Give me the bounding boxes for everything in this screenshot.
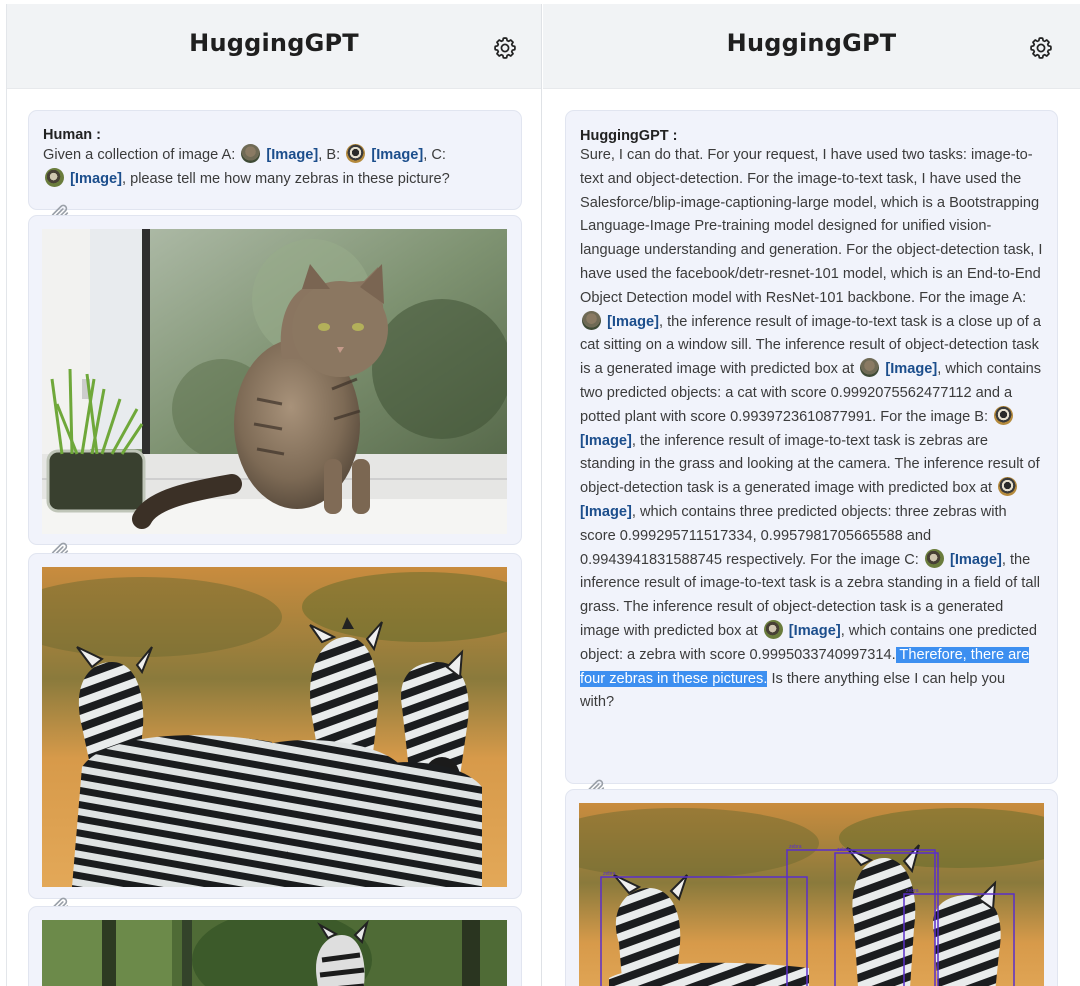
image-link[interactable]: [Image] <box>580 504 632 520</box>
image-link[interactable]: [Image] <box>789 623 841 639</box>
zebras-detection-photo: zebra zebra zebra zebra <box>579 803 1044 986</box>
chat-header: HuggingGPT <box>7 4 541 89</box>
image-thumbnail <box>998 477 1018 497</box>
image-link[interactable]: [Image] <box>885 361 937 377</box>
sender-label: HuggingGPT : <box>580 128 678 144</box>
chat-panel-right: HuggingGPT HuggingGPT : Sure, I can do t… <box>543 4 1080 986</box>
image-link[interactable]: [Image] <box>371 147 423 163</box>
zebra-grass-photo <box>42 920 507 986</box>
image-thumbnail <box>241 144 261 163</box>
image-thumbnail <box>582 310 601 330</box>
bbox-label: zebra <box>906 888 919 894</box>
image-thumbnail <box>924 548 944 568</box>
chat-panel-left: HuggingGPT Human : Given a collection of… <box>6 4 542 986</box>
image-thumbnail <box>45 167 64 187</box>
bbox-label: zebra <box>603 871 616 877</box>
bbox-label: zebra <box>837 847 850 853</box>
image-link[interactable]: [Image] <box>580 433 632 449</box>
image-thumbnail <box>994 405 1014 425</box>
bbox-label: zebra <box>789 844 802 850</box>
attached-image-cat[interactable] <box>28 215 522 545</box>
message-text: Sure, I can do that. For your request, I… <box>580 147 1043 306</box>
message-text: Given a collection of image A: <box>43 147 236 163</box>
image-thumbnail <box>763 619 783 639</box>
image-thumbnail <box>346 144 366 163</box>
gear-icon[interactable] <box>492 35 518 61</box>
image-link[interactable]: [Image] <box>950 552 1002 568</box>
image-thumbnail <box>860 358 880 378</box>
cat-photo <box>42 229 507 534</box>
detection-result-image[interactable]: zebra zebra zebra zebra <box>565 789 1058 986</box>
image-link[interactable]: [Image] <box>266 147 318 163</box>
app-title: HuggingGPT <box>726 29 897 57</box>
gear-icon[interactable] <box>1028 35 1054 61</box>
attached-image-zebra-grass[interactable] <box>28 906 522 986</box>
attached-image-zebras[interactable] <box>28 553 522 899</box>
human-message: Human : Given a collection of image A: [… <box>28 110 522 210</box>
app-title: HuggingGPT <box>189 29 359 57</box>
image-link[interactable]: [Image] <box>70 171 122 187</box>
assistant-message: HuggingGPT : Sure, I can do that. For yo… <box>565 110 1058 784</box>
image-link[interactable]: [Image] <box>607 314 659 330</box>
zebras-photo <box>42 567 507 887</box>
chat-header: HuggingGPT <box>543 4 1080 89</box>
sender-label: Human : <box>43 127 101 143</box>
